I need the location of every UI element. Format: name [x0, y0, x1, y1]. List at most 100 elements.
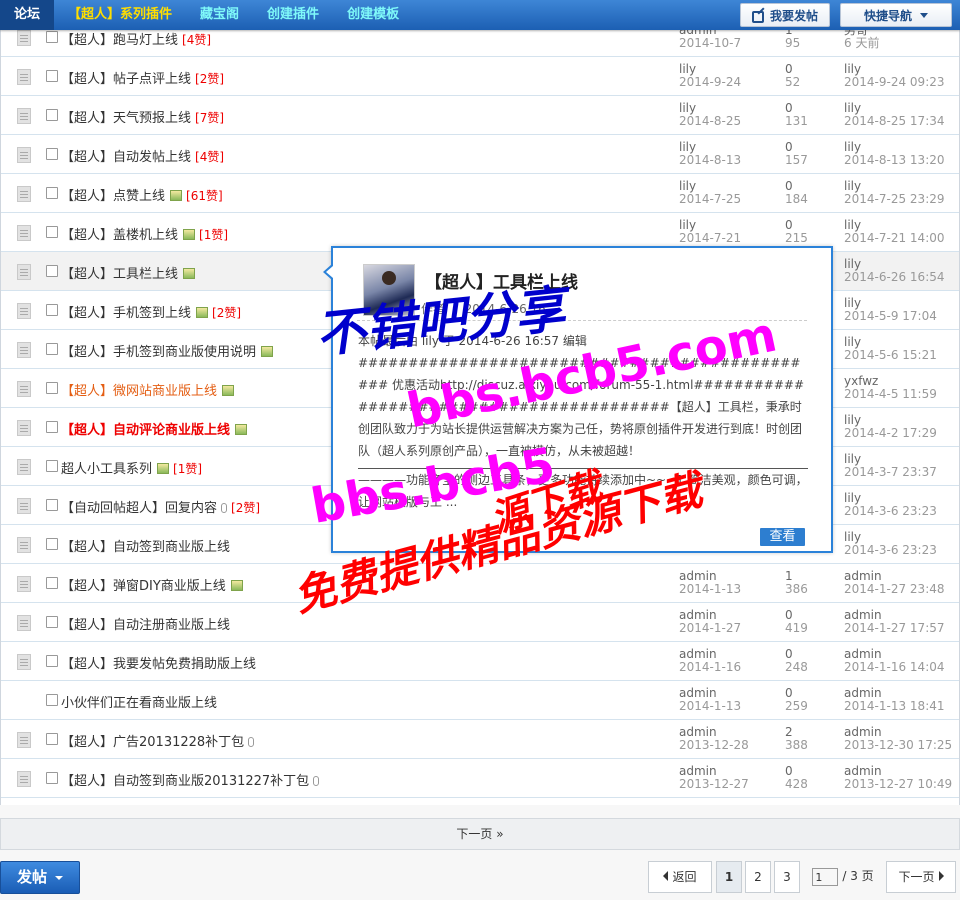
thread-title-link[interactable]: 【超人】自动发帖上线 [4赞] — [61, 146, 224, 165]
popup-body: 本帖最后由 lily 于 2014-6-26 16:57 编辑 ########… — [358, 330, 808, 513]
select-checkbox[interactable] — [46, 343, 58, 355]
select-checkbox[interactable] — [46, 148, 58, 160]
thread-title-link[interactable]: 【超人】手机签到上线 [2赞] — [61, 302, 241, 321]
thread-title-link[interactable]: 【超人】帖子点评上线 [2赞] — [61, 68, 224, 87]
thread-title-link[interactable]: 【超人】自动评论商业版上线 — [61, 419, 248, 438]
last-post-time[interactable]: 2014-3-6 23:23 — [844, 505, 937, 518]
like-count-badge: [4赞] — [182, 33, 212, 47]
select-checkbox[interactable] — [46, 733, 58, 745]
table-row[interactable]: 【超人】帖子点评上线 [2赞] lily 2014-9-24 0 52 lily 2014-9… — [1, 57, 959, 96]
last-post-time[interactable]: 6 天前 — [844, 37, 879, 50]
table-row[interactable]: 【超人】自动注册商业版上线 admin 2014-1-27 0 419 admin 2014… — [1, 603, 959, 642]
last-post-time[interactable]: 2014-4-2 17:29 — [844, 427, 937, 440]
last-post-cell: admin 2013-12-30 17:25 — [844, 726, 952, 752]
nav-item-0[interactable]: 论坛 — [0, 0, 55, 30]
table-row[interactable]: 【超人】自动签到商业版20131227补丁包 admin 2013-12-27 0 42… — [1, 759, 959, 798]
quick-nav-dropdown[interactable]: 快捷导航 — [840, 3, 952, 27]
last-post-time[interactable]: 2014-3-7 23:37 — [844, 466, 937, 479]
thread-title-link[interactable]: 【超人】自动签到商业版20131227补丁包 — [61, 770, 320, 789]
thread-title-link[interactable]: 【超人】天气预报上线 [7赞] — [61, 107, 224, 126]
select-checkbox[interactable] — [46, 694, 58, 706]
page-1[interactable]: 1 — [716, 861, 742, 893]
select-checkbox[interactable] — [46, 460, 58, 472]
last-post-time[interactable]: 2014-7-25 23:29 — [844, 193, 945, 206]
last-post-time[interactable]: 2013-12-30 17:25 — [844, 739, 952, 752]
select-checkbox[interactable] — [46, 499, 58, 511]
last-post-time[interactable]: 2014-8-13 13:20 — [844, 154, 945, 167]
last-post-time[interactable]: 2014-4-5 11:59 — [844, 388, 937, 401]
select-checkbox[interactable] — [46, 616, 58, 628]
thread-title-link[interactable]: 【超人】自动注册商业版上线 — [61, 614, 230, 633]
view-button[interactable]: 查看 — [760, 528, 805, 546]
thread-title-link[interactable]: 【超人】自动签到商业版上线 — [61, 536, 230, 555]
popup-title[interactable]: 【超人】工具栏上线 — [425, 268, 578, 293]
stats-cell: 0 52 — [785, 63, 800, 89]
table-row[interactable]: 【超人】天气预报上线 [7赞] lily 2014-8-25 0 131 lily 2014-… — [1, 96, 959, 135]
last-post-time[interactable]: 2014-7-21 14:00 — [844, 232, 945, 245]
thread-title-link[interactable]: 超人小工具系列 [1赞] — [61, 458, 202, 477]
nav-item-3[interactable]: 创建插件 — [253, 0, 333, 30]
image-attachment-icon — [196, 307, 209, 318]
table-row[interactable]: 【超人】我要发帖免费捐助版上线 admin 2014-1-16 0 248 admin 20… — [1, 642, 959, 681]
select-checkbox[interactable] — [46, 109, 58, 121]
table-row[interactable]: 小伙伴们正在看商业版上线 admin 2014-1-13 0 259 admin 2014-… — [1, 681, 959, 720]
thread-title-link[interactable]: 【超人】工具栏上线 — [61, 263, 196, 282]
select-checkbox[interactable] — [46, 187, 58, 199]
select-checkbox[interactable] — [46, 421, 58, 433]
last-post-time[interactable]: 2014-5-6 15:21 — [844, 349, 937, 362]
page-number-input[interactable]: 1 — [812, 867, 839, 886]
table-row[interactable]: 【超人】弹窗DIY商业版上线 admin 2014-1-13 1 386 admin 201… — [1, 564, 959, 603]
thread-title-link[interactable]: 【超人】微网站商业版上线 — [61, 380, 235, 399]
thread-title-link[interactable]: 【超人】跑马灯上线 [4赞] — [61, 29, 211, 48]
table-row[interactable]: 【超人】自动发帖上线 [4赞] lily 2014-8-13 0 157 lily 2014-… — [1, 135, 959, 174]
last-post-time[interactable]: 2014-8-25 17:34 — [844, 115, 945, 128]
select-checkbox[interactable] — [46, 226, 58, 238]
table-row[interactable]: 【超人】广告20131228补丁包 admin 2013-12-28 2 388 admi… — [1, 720, 959, 759]
select-checkbox[interactable] — [46, 265, 58, 277]
last-post-cell: lily 2014-7-21 14:00 — [844, 219, 945, 245]
thread-title-link[interactable]: 小伙伴们正在看商业版上线 — [61, 692, 217, 711]
nav-item-1[interactable]: 【超人】系列插件 — [54, 0, 186, 30]
thread-title-link[interactable]: 【超人】手机签到商业版使用说明 — [61, 341, 274, 360]
popup-pointer — [323, 264, 333, 280]
thread-title-link[interactable]: 【自动回帖超人】回复内容 [2赞] — [61, 497, 260, 516]
last-post-cell: admin 2014-1-27 17:57 — [844, 609, 945, 635]
select-checkbox[interactable] — [46, 772, 58, 784]
page-2[interactable]: 2 — [745, 861, 771, 893]
table-row[interactable]: 【超人】点赞上线 [61赞] lily 2014-7-25 0 184 lily 2014-7… — [1, 174, 959, 213]
select-checkbox[interactable] — [46, 304, 58, 316]
load-more-button[interactable]: 下一页 » — [0, 818, 960, 850]
back-button[interactable]: 返回 — [648, 861, 712, 893]
select-checkbox[interactable] — [46, 577, 58, 589]
select-checkbox[interactable] — [46, 655, 58, 667]
thread-title-link[interactable]: 【超人】盖楼机上线 [1赞] — [61, 224, 228, 243]
document-icon — [17, 732, 31, 748]
last-post-time[interactable]: 2014-5-9 17:04 — [844, 310, 937, 323]
author-cell: admin 2014-1-13 — [679, 570, 741, 596]
next-page-button[interactable]: 下一页 — [886, 861, 956, 893]
last-post-time[interactable]: 2014-9-24 09:23 — [844, 76, 945, 89]
new-post-button[interactable]: 我要发帖 — [740, 3, 830, 27]
nav-item-4[interactable]: 创建模板 — [333, 0, 413, 30]
select-checkbox[interactable] — [46, 70, 58, 82]
last-post-time[interactable]: 2013-12-27 10:49 — [844, 778, 952, 791]
last-post-time[interactable]: 2014-1-16 14:04 — [844, 661, 945, 674]
view-count: 184 — [785, 192, 808, 206]
select-checkbox[interactable] — [46, 31, 58, 43]
nav-item-2[interactable]: 藏宝阁 — [186, 0, 253, 30]
page-3[interactable]: 3 — [774, 861, 800, 893]
last-post-time[interactable]: 2014-1-27 23:48 — [844, 583, 945, 596]
last-post-time[interactable]: 2014-6-26 16:54 — [844, 271, 945, 284]
select-checkbox[interactable] — [46, 538, 58, 550]
author-avatar[interactable] — [363, 264, 415, 316]
last-post-time[interactable]: 2014-1-13 18:41 — [844, 700, 945, 713]
select-checkbox[interactable] — [46, 382, 58, 394]
thread-title-link[interactable]: 【超人】我要发帖免费捐助版上线 — [61, 653, 256, 672]
post-button[interactable]: 发帖 — [0, 861, 80, 894]
thread-title-link[interactable]: 【超人】广告20131228补丁包 — [61, 731, 255, 750]
last-post-time[interactable]: 2014-1-27 17:57 — [844, 622, 945, 635]
thread-title-link[interactable]: 【超人】弹窗DIY商业版上线 — [61, 575, 243, 594]
stats-cell: 0 184 — [785, 180, 808, 206]
thread-title-link[interactable]: 【超人】点赞上线 [61赞] — [61, 185, 223, 204]
last-post-time[interactable]: 2014-3-6 23:23 — [844, 544, 937, 557]
